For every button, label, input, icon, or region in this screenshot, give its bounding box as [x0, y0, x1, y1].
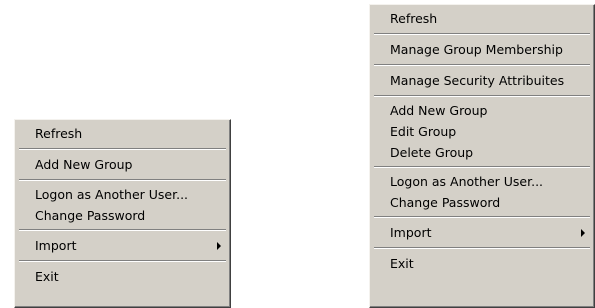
- menu-item-edit-group[interactable]: Edit Group: [371, 121, 593, 142]
- menu-separator: [374, 216, 590, 218]
- menu-separator: [19, 229, 226, 231]
- menu-item-import-label: Import: [35, 238, 77, 253]
- menu-separator: [19, 260, 226, 262]
- menu-item-change-password[interactable]: Change Password: [16, 205, 229, 226]
- menu-separator: [374, 95, 590, 97]
- menu-item-refresh[interactable]: Refresh: [371, 7, 593, 30]
- menu-item-delete-group[interactable]: Delete Group: [371, 142, 593, 163]
- menu-separator: [19, 179, 226, 181]
- menu-separator: [374, 247, 590, 249]
- menu-item-exit[interactable]: Exit: [16, 265, 229, 288]
- menu-item-import-label: Import: [390, 225, 432, 240]
- menu-item-import[interactable]: Import: [16, 234, 229, 257]
- menu-item-exit[interactable]: Exit: [371, 252, 593, 275]
- menu-separator: [19, 148, 226, 150]
- menu-item-add-new-group[interactable]: Add New Group: [16, 153, 229, 176]
- menu-item-refresh[interactable]: Refresh: [16, 122, 229, 145]
- menu-separator: [374, 166, 590, 168]
- menu-item-logon-as-another-user[interactable]: Logon as Another User...: [16, 184, 229, 205]
- menu-item-change-password[interactable]: Change Password: [371, 192, 593, 213]
- menu-item-manage-security-attributes[interactable]: Manage Security Attribuites: [371, 69, 593, 92]
- menu-item-add-new-group[interactable]: Add New Group: [371, 100, 593, 121]
- submenu-arrow-icon: [217, 241, 221, 250]
- submenu-arrow-icon: [581, 228, 585, 237]
- context-menu-right: Refresh Manage Group Membership Manage S…: [369, 4, 595, 308]
- menu-separator: [374, 64, 590, 66]
- menu-item-manage-group-membership[interactable]: Manage Group Membership: [371, 38, 593, 61]
- menu-separator: [374, 33, 590, 35]
- context-menu-left: Refresh Add New Group Logon as Another U…: [14, 119, 231, 308]
- menu-item-logon-as-another-user[interactable]: Logon as Another User...: [371, 171, 593, 192]
- menu-item-import[interactable]: Import: [371, 221, 593, 244]
